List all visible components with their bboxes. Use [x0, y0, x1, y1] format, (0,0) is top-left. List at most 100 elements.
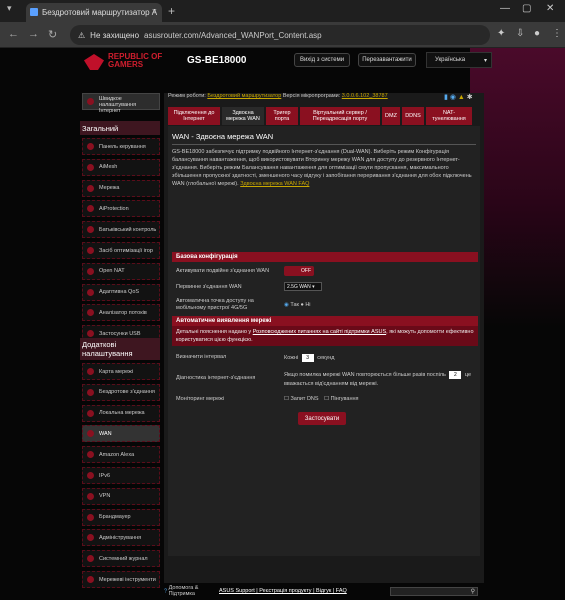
- mode-link[interactable]: Бездротовий маршрутизатор: [207, 93, 281, 99]
- general-item-5[interactable]: Засіб оптимізації ігор: [82, 242, 160, 259]
- usb-icon[interactable]: ▮: [444, 94, 448, 101]
- url-text: asusrouter.com/Advanced_WANPort_Content.…: [144, 30, 322, 40]
- diagnostics-text1: Якщо помилка мережі WAN повторюється біл…: [284, 372, 446, 378]
- footer-search-input[interactable]: ⚲: [390, 587, 478, 596]
- ping-label: Пінгування: [330, 396, 359, 402]
- advanced-item-9[interactable]: Системний журнал: [82, 550, 160, 568]
- notification-icon[interactable]: ▲: [458, 94, 465, 101]
- advanced-item-4[interactable]: Amazon Alexa: [82, 446, 160, 464]
- ping-checkbox[interactable]: ☐: [324, 396, 329, 402]
- advanced-item-8[interactable]: Адміністрування: [82, 529, 160, 547]
- language-value: Українська: [435, 57, 466, 63]
- section-general: Загальний: [80, 121, 160, 135]
- diagnostics-input[interactable]: 2: [449, 371, 462, 379]
- wifi-icon[interactable]: ◉: [450, 94, 456, 101]
- general-item-icon: [87, 163, 94, 171]
- general-item-8[interactable]: Аналізатор потоків: [82, 304, 160, 322]
- general-item-label: Застосунки USB: [99, 330, 141, 337]
- help-label: Допомога & Підтримка: [168, 585, 199, 597]
- advanced-item-0[interactable]: Карта мережі: [82, 363, 160, 380]
- advanced-item-icon: [87, 492, 94, 500]
- minimize-icon[interactable]: —: [500, 3, 510, 14]
- enable-dual-toggle[interactable]: OFF: [284, 266, 314, 276]
- tab-internet[interactable]: Підключення до Інтернет: [168, 107, 220, 125]
- close-tab-icon[interactable]: ×: [152, 6, 157, 16]
- tab-search-icon[interactable]: ▾: [7, 3, 12, 14]
- tab-dual-wan[interactable]: Здвоєна мережа WAN: [222, 107, 264, 125]
- advanced-item-icon: [87, 576, 94, 583]
- router-page: REPUBLIC OF GAMERS GS-BE18000 Вихід з си…: [0, 48, 565, 600]
- back-icon[interactable]: ←: [8, 28, 19, 40]
- general-item-2[interactable]: Мережа: [82, 179, 160, 197]
- advanced-item-label: VPN: [99, 493, 111, 500]
- general-item-label: Панель керування: [99, 143, 146, 150]
- tab-port-trigger[interactable]: Тригер порта: [266, 107, 298, 125]
- radio-yes-icon[interactable]: ◉: [284, 302, 289, 308]
- profile-icon[interactable]: ●: [534, 28, 540, 39]
- insecure-label: Не захищено: [90, 30, 140, 40]
- monitor-options: ☐ Запит DNS ☐ Пінгування: [284, 396, 359, 402]
- general-item-1[interactable]: AiMesh: [82, 158, 160, 176]
- dns-checkbox[interactable]: ☐: [284, 396, 289, 402]
- diagnostics-label: Діагностика інтернет-з'єднання: [176, 375, 256, 381]
- quick-setup-button[interactable]: Швидкое налаштування Інтернет: [82, 93, 160, 114]
- chevron-down-icon: ▾: [312, 284, 315, 290]
- tab-ddns[interactable]: DDNS: [402, 107, 424, 125]
- tab-virtual-server[interactable]: Віртуальний сервер / Переадресація порту: [300, 107, 380, 125]
- primary-wan-select[interactable]: 2.5G WAN ▾: [284, 282, 322, 291]
- advanced-item-icon: [87, 451, 94, 459]
- auto-ap-label: Автоматична точка доступу на мобільному …: [176, 298, 254, 311]
- advanced-item-5[interactable]: IPv6: [82, 467, 160, 484]
- general-item-4[interactable]: Батьківський контроль: [82, 221, 160, 239]
- advanced-item-7[interactable]: Брандмауер: [82, 508, 160, 526]
- advanced-item-icon: [87, 472, 94, 479]
- logout-button[interactable]: Вихід з системи: [294, 53, 350, 67]
- notice-link[interactable]: Розповсюджених питаннях на сайті підтрим…: [253, 329, 386, 335]
- footer-links[interactable]: ASUS Support | Реєстрація продукту | Від…: [219, 588, 347, 594]
- diagnostics-control: Якщо помилка мережі WAN повторюється біл…: [284, 371, 474, 389]
- general-item-3[interactable]: AiProtection: [82, 200, 160, 218]
- faq-link[interactable]: Здвоєна мережа WAN FAQ: [240, 181, 309, 187]
- advanced-item-icon: [87, 388, 94, 396]
- browser-toolbar: ← → ↻ ⚠ Не захищено asusrouter.com/Advan…: [0, 22, 565, 48]
- advanced-item-3[interactable]: WAN: [82, 425, 160, 443]
- general-item-label: AiMesh: [99, 164, 118, 171]
- quick-setup-label: Швидкое налаштування Інтернет: [99, 96, 137, 114]
- new-tab-icon[interactable]: +: [168, 4, 175, 18]
- general-item-label: Аналізатор потоків: [99, 309, 147, 316]
- address-bar[interactable]: ⚠ Не захищено asusrouter.com/Advanced_WA…: [70, 25, 490, 45]
- general-item-icon: [87, 247, 94, 254]
- forward-icon[interactable]: →: [28, 28, 39, 40]
- general-item-0[interactable]: Панель керування: [82, 138, 160, 155]
- mode-label: Режим роботи:: [168, 93, 206, 99]
- radio-no-icon[interactable]: ●: [300, 302, 303, 308]
- general-item-6[interactable]: Open NAT: [82, 262, 160, 280]
- interval-input[interactable]: 3: [301, 354, 314, 362]
- advanced-item-label: Системний журнал: [99, 555, 148, 562]
- extensions-icon[interactable]: ✦: [497, 28, 505, 39]
- close-window-icon[interactable]: ✕: [546, 3, 554, 14]
- browser-tab[interactable]: Бездротовий маршрутизатор A ×: [26, 3, 162, 22]
- reload-icon[interactable]: ↻: [48, 28, 57, 41]
- fw-link[interactable]: 3.0.0.6.102_38787: [342, 93, 388, 99]
- general-item-icon: [87, 288, 94, 296]
- menu-icon[interactable]: ⋮: [552, 28, 562, 39]
- tab-dmz[interactable]: DMZ: [382, 107, 400, 125]
- reboot-button[interactable]: Перезавантажити: [358, 53, 416, 67]
- advanced-item-6[interactable]: VPN: [82, 487, 160, 505]
- advanced-item-2[interactable]: Локальна мережа: [82, 404, 160, 422]
- download-icon[interactable]: ⇩: [516, 28, 524, 39]
- advanced-item-1[interactable]: Бездротове з'єднання: [82, 383, 160, 401]
- general-item-icon: [87, 205, 94, 213]
- general-item-7[interactable]: Адаптивна QoS: [82, 283, 160, 301]
- radio-no-label: Ні: [305, 302, 311, 308]
- router-header: REPUBLIC OF GAMERS GS-BE18000 Вихід з си…: [80, 48, 492, 76]
- tab-nat-passthrough[interactable]: NAT-тунелювання: [426, 107, 472, 125]
- settings-icon[interactable]: ✱: [467, 94, 473, 101]
- interval-control: Кожні 3 секунд: [284, 354, 334, 362]
- advanced-item-10[interactable]: Мережеві інструменти: [82, 571, 160, 588]
- divider: [172, 144, 476, 145]
- apply-button[interactable]: Застосувати: [298, 412, 346, 425]
- language-select[interactable]: Українська ▾: [426, 52, 492, 68]
- maximize-icon[interactable]: ▢: [522, 3, 531, 14]
